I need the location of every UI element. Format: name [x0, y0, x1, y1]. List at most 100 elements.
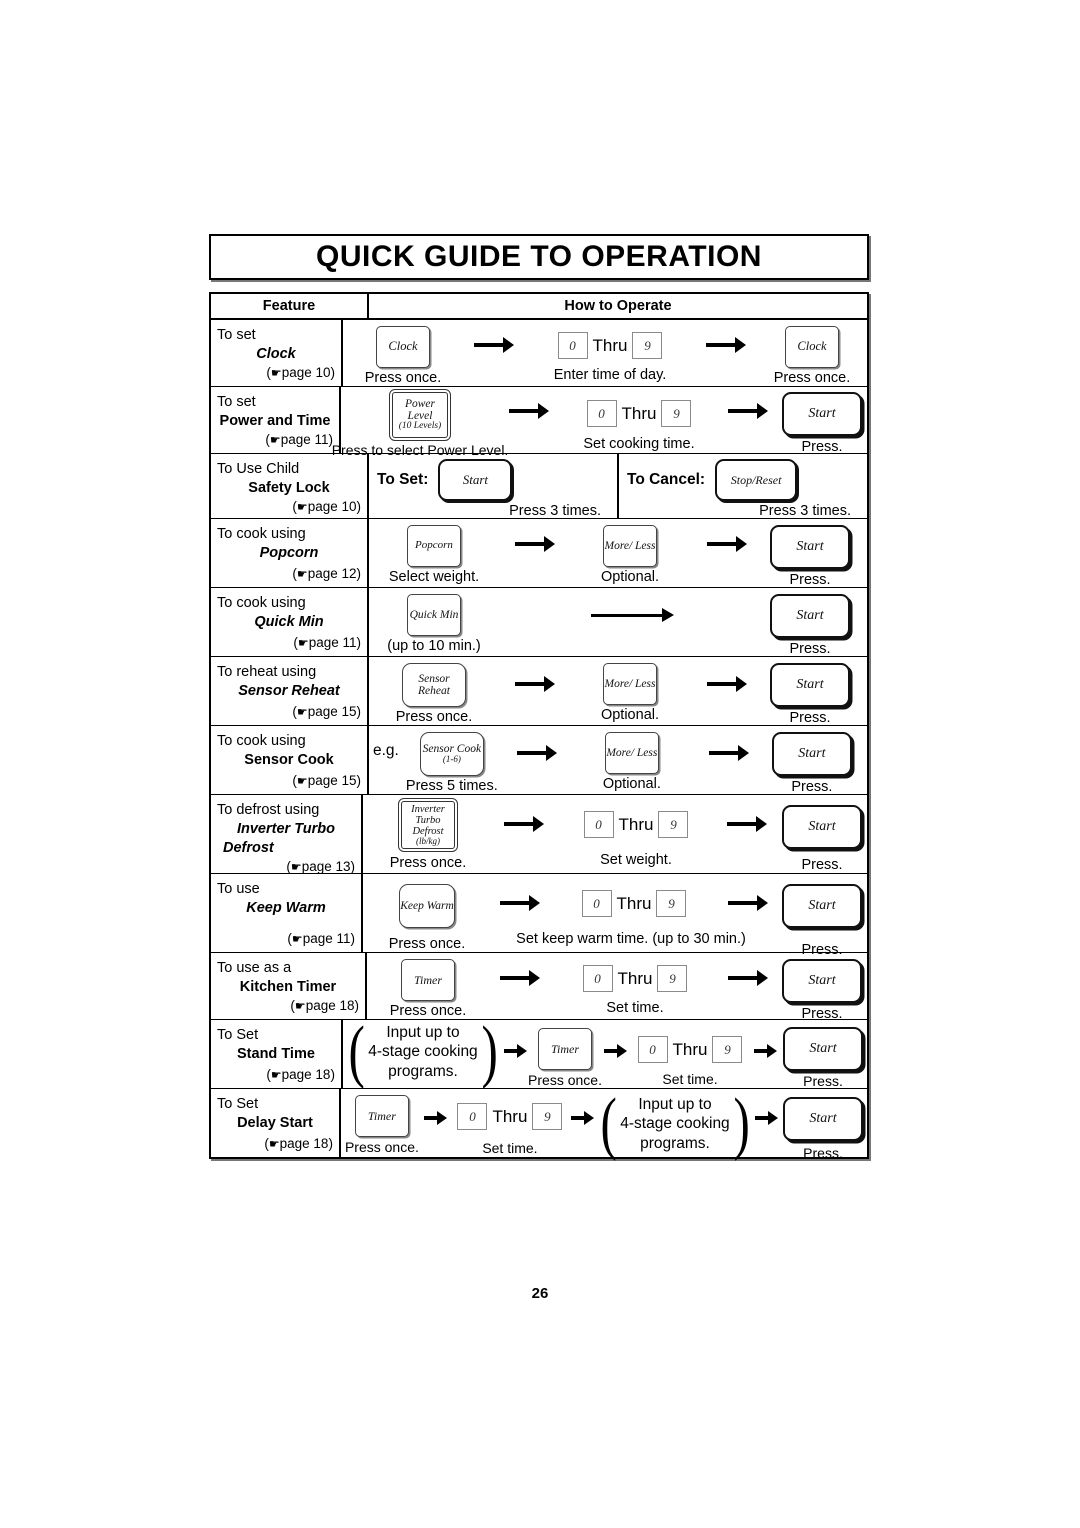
key-start[interactable]: Start — [782, 884, 862, 928]
page-reference: (☛page 11) — [287, 931, 355, 947]
to-set-label: To Set: — [377, 471, 429, 488]
step-caption: Press once. — [773, 370, 851, 386]
operate-cell-delay-start: Timer Press once. 0 Thru 9 Set time. (I… — [341, 1088, 867, 1161]
digit-key-0[interactable]: 0 — [557, 332, 588, 359]
key-timer[interactable]: Timer — [401, 959, 455, 1001]
digit-range-group: 0 Thru 9 — [583, 811, 689, 838]
key-popcorn[interactable]: Popcorn — [407, 525, 461, 567]
step-caption: Press 3 times. — [509, 503, 601, 519]
digit-key-0[interactable]: 0 — [581, 890, 612, 917]
key-start[interactable]: Start — [782, 805, 862, 849]
key-keep-warm[interactable]: Keep Warm — [399, 884, 455, 928]
page-title-banner: QUICK GUIDE TO OPERATION — [209, 234, 869, 280]
key-start[interactable]: Start — [770, 663, 850, 707]
step-caption: Optional. — [600, 569, 660, 585]
digit-key-0[interactable]: 0 — [583, 811, 614, 838]
digit-key-9[interactable]: 9 — [657, 965, 688, 992]
table-row: To Set Stand Time (☛page 18) ( Input up … — [211, 1013, 867, 1091]
table-row: To cook using Sensor Cook (☛page 15) e.g… — [211, 726, 867, 795]
key-start[interactable]: Start — [782, 392, 862, 436]
table-row: To set Clock (☛page 10) Clock Press once… — [211, 320, 867, 387]
step-caption: Optional. — [600, 707, 660, 723]
arrow-right-icon — [515, 676, 555, 692]
pointing-hand-icon: ☛ — [268, 1137, 280, 1152]
arrow-right-icon — [707, 536, 747, 552]
key-inverter-turbo-defrost[interactable]: Inverter Turbo Defrost (lb/kg) — [398, 798, 458, 852]
feature-intro: To set — [217, 327, 256, 343]
key-timer[interactable]: Timer — [354, 1095, 409, 1137]
key-sensor-reheat[interactable]: Sensor Reheat — [402, 663, 466, 707]
feature-name: Sensor Reheat — [238, 682, 340, 699]
feature-cell-kitchen-timer: To use as a Kitchen Timer (☛page 18) — [211, 953, 367, 1019]
feature-intro: To Set — [217, 1027, 259, 1043]
digit-key-9[interactable]: 9 — [632, 332, 663, 359]
thru-label: Thru — [492, 1106, 528, 1126]
arrow-right-icon — [503, 1044, 527, 1058]
page-title: QUICK GUIDE TO OPERATION — [316, 240, 762, 273]
thru-label: Thru — [617, 968, 653, 988]
digit-key-9[interactable]: 9 — [661, 400, 692, 427]
page-number: 26 — [531, 1285, 549, 1302]
table-row: To use Keep Warm (☛page 11) Keep Warm Pr… — [211, 874, 867, 958]
pointing-hand-icon: ☛ — [294, 999, 306, 1014]
key-start[interactable]: Start — [782, 959, 862, 1003]
multi-stage-group: ( Input up to 4-stage cooking programs. … — [597, 1088, 753, 1159]
digit-key-0[interactable]: 0 — [637, 1036, 668, 1063]
paren-open: ( — [348, 1013, 365, 1091]
feature-name: Clock — [256, 345, 296, 362]
feature-cell-delay-start: To Set Delay Start (☛page 18) — [211, 1089, 341, 1157]
step-caption: Set time. — [606, 1000, 664, 1016]
digit-key-9[interactable]: 9 — [712, 1036, 743, 1063]
key-start[interactable]: Start — [770, 594, 850, 638]
feature-cell-quick-min: To cook using Quick Min (☛page 11) — [211, 588, 369, 656]
step-caption: Press. — [801, 857, 843, 873]
operate-cell-sensor-reheat: Sensor Reheat Press once. More/ Less Opt… — [369, 657, 867, 726]
digit-key-0[interactable]: 0 — [582, 965, 613, 992]
feature-name: Stand Time — [237, 1045, 315, 1062]
key-power-level[interactable]: Power Level (10 Levels) — [389, 389, 451, 441]
step-caption: Press once. — [395, 709, 473, 725]
key-sensor-cook[interactable]: Sensor Cook (1-6) — [419, 732, 484, 776]
key-start[interactable]: Start — [771, 732, 852, 776]
key-more-less[interactable]: More/ Less — [603, 525, 657, 567]
pointing-hand-icon: ☛ — [291, 932, 303, 947]
digit-key-9[interactable]: 9 — [656, 890, 687, 917]
table-row: To use as a Kitchen Timer (☛page 18) Tim… — [211, 953, 867, 1022]
key-timer[interactable]: Timer — [538, 1028, 592, 1070]
operate-cell-clock: Clock Press once. 0 Thru 9 Enter time of… — [343, 320, 867, 386]
digit-key-0[interactable]: 0 — [457, 1103, 488, 1130]
arrow-right-icon — [590, 608, 674, 622]
arrow-right-icon — [474, 337, 514, 353]
key-clock[interactable]: Clock — [376, 326, 430, 368]
column-header-feature: Feature — [211, 294, 369, 318]
key-stop-reset[interactable]: Stop/Reset — [715, 459, 798, 501]
digit-key-9[interactable]: 9 — [532, 1103, 563, 1130]
digit-range-group: 0 Thru 9 — [457, 1103, 563, 1130]
feature-name: Popcorn — [259, 544, 319, 561]
step-caption: Set time. — [482, 1140, 538, 1156]
arrow-right-icon — [707, 676, 747, 692]
digit-key-9[interactable]: 9 — [658, 811, 689, 838]
feature-name: Quick Min — [254, 613, 324, 630]
arrow-right-icon — [708, 745, 749, 761]
key-clock-2[interactable]: Clock — [785, 326, 839, 368]
pointing-hand-icon: ☛ — [296, 567, 308, 582]
key-more-less[interactable]: More/ Less — [604, 732, 659, 774]
key-start[interactable]: Start — [770, 525, 850, 569]
digit-range-group: 0 Thru 9 — [582, 965, 688, 992]
to-cancel-label: To Cancel: — [627, 471, 706, 488]
key-quick-min[interactable]: Quick Min — [407, 594, 461, 636]
key-start[interactable]: Start — [783, 1097, 863, 1141]
feature-intro: To cook using — [217, 595, 306, 611]
thru-label: Thru — [592, 335, 628, 355]
digit-key-0[interactable]: 0 — [586, 400, 617, 427]
table-row: To Use Child Safety Lock (☛page 10) To S… — [211, 454, 867, 519]
pointing-hand-icon: ☛ — [270, 366, 282, 381]
arrow-right-icon — [603, 1044, 627, 1058]
step-caption: Press. — [803, 1073, 843, 1089]
table-row: To defrost using Inverter Turbo Defrost … — [211, 795, 867, 874]
key-start[interactable]: Start — [783, 1027, 863, 1071]
key-more-less[interactable]: More/ Less — [603, 663, 657, 705]
key-start[interactable]: Start — [438, 459, 513, 501]
feature-intro: To set — [217, 394, 256, 410]
